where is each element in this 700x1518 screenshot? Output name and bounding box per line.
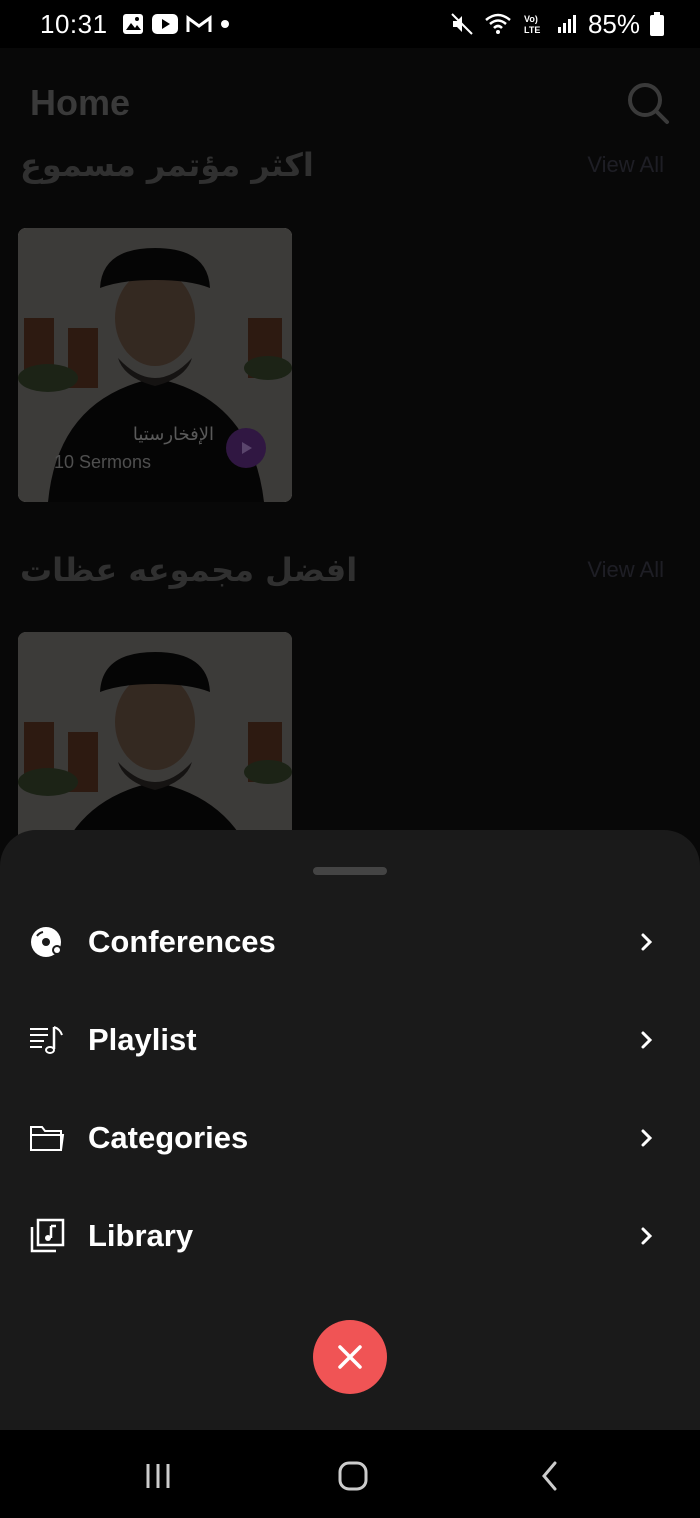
chevron-right-icon bbox=[641, 1031, 653, 1049]
volte-icon: Vo)LTE bbox=[524, 14, 540, 35]
svg-text:LTE: LTE bbox=[524, 25, 540, 35]
status-notifications bbox=[122, 13, 230, 35]
drag-handle[interactable] bbox=[313, 867, 387, 875]
status-bar: 10:31 Vo) LTE 85% bbox=[0, 0, 700, 48]
mute-icon bbox=[451, 13, 473, 35]
menu-item-categories[interactable]: Categories bbox=[0, 1098, 700, 1178]
menu-item-library[interactable]: Library bbox=[0, 1196, 700, 1276]
system-nav-bar bbox=[0, 1430, 700, 1518]
chevron-right-icon bbox=[641, 933, 653, 951]
signal-icon bbox=[557, 15, 576, 33]
youtube-icon bbox=[151, 14, 178, 34]
close-icon bbox=[338, 1345, 362, 1369]
wifi-icon bbox=[485, 13, 511, 34]
back-icon bbox=[542, 1461, 557, 1491]
svg-text:Vo): Vo) bbox=[524, 14, 538, 24]
gmail-icon bbox=[186, 15, 212, 32]
battery-icon bbox=[650, 12, 664, 36]
dot-icon bbox=[220, 20, 229, 28]
gallery-icon bbox=[122, 14, 143, 34]
disc-icon bbox=[28, 923, 66, 961]
back-button[interactable] bbox=[530, 1460, 570, 1492]
battery-percent: 85% bbox=[587, 8, 640, 39]
home-icon bbox=[338, 1461, 368, 1491]
recents-button[interactable] bbox=[138, 1460, 178, 1492]
menu-label: Playlist bbox=[88, 1022, 197, 1057]
menu-label: Categories bbox=[88, 1120, 249, 1155]
menu-item-conferences[interactable]: Conferences bbox=[0, 902, 700, 982]
status-right: Vo) LTE 85% bbox=[450, 0, 664, 48]
home-button[interactable] bbox=[333, 1460, 373, 1492]
menu-label: Library bbox=[88, 1218, 194, 1253]
menu-item-playlist[interactable]: Playlist bbox=[0, 1000, 700, 1080]
playlist-icon bbox=[28, 1021, 66, 1059]
chevron-right-icon bbox=[641, 1129, 653, 1147]
chevron-right-icon bbox=[641, 1227, 653, 1245]
menu-label: Conferences bbox=[88, 924, 276, 959]
recents-icon bbox=[146, 1464, 170, 1488]
bottom-sheet: Conferences Playlist Categories Library bbox=[0, 830, 700, 1430]
status-time: 10:31 bbox=[40, 8, 108, 39]
library-icon bbox=[28, 1217, 66, 1255]
folder-icon bbox=[28, 1119, 66, 1157]
close-button[interactable] bbox=[313, 1320, 387, 1394]
